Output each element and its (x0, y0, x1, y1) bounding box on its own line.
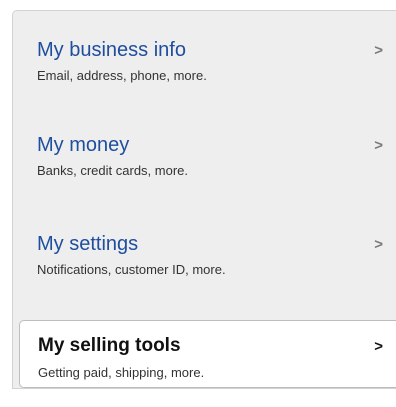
nav-item-subtitle: Banks, credit cards, more. (37, 163, 188, 178)
account-nav-panel: My business info Email, address, phone, … (12, 10, 396, 389)
chevron-right-icon: > (374, 236, 383, 253)
nav-item-business-info[interactable]: My business info Email, address, phone, … (13, 38, 396, 84)
chevron-right-icon: > (374, 137, 383, 154)
nav-item-subtitle: Notifications, customer ID, more. (37, 262, 226, 277)
nav-item-title[interactable]: My business info (37, 38, 396, 62)
nav-item-title[interactable]: My settings (37, 232, 396, 256)
nav-item-settings[interactable]: My settings Notifications, customer ID, … (13, 232, 396, 278)
nav-item-money[interactable]: My money Banks, credit cards, more. > (13, 133, 396, 179)
nav-item-selling-tools[interactable]: My selling tools Getting paid, shipping,… (19, 320, 396, 388)
nav-item-title[interactable]: My money (37, 133, 396, 157)
chevron-right-icon: > (374, 338, 383, 355)
nav-item-subtitle: Getting paid, shipping, more. (38, 365, 205, 380)
nav-item-title[interactable]: My selling tools (38, 335, 396, 357)
nav-item-subtitle: Email, address, phone, more. (37, 68, 207, 83)
chevron-right-icon: > (374, 42, 383, 59)
